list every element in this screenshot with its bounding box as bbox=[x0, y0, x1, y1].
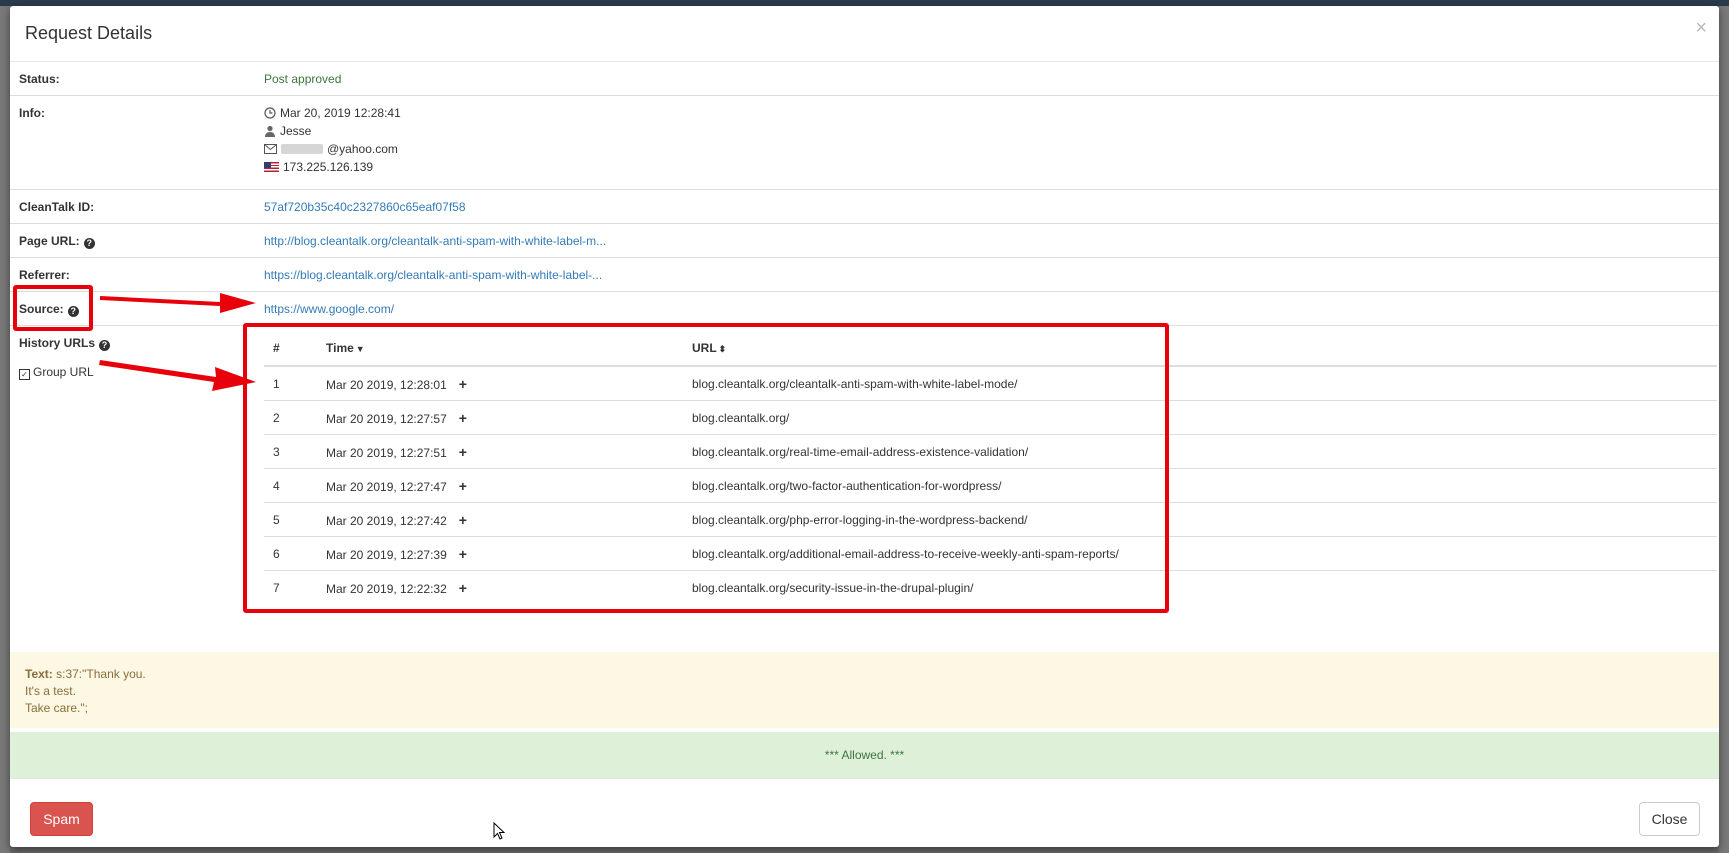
page-url-label: Page URL:? bbox=[19, 234, 95, 249]
info-email-suffix: @yahoo.com bbox=[327, 142, 398, 156]
group-url-toggle[interactable]: ✓ Group URL bbox=[19, 365, 94, 380]
question-circle-icon[interactable]: ? bbox=[99, 340, 111, 351]
envelope-icon bbox=[264, 144, 277, 154]
checkbox-icon[interactable]: ✓ bbox=[19, 369, 30, 380]
cleantalk-id-link[interactable]: 57af720b35c40c2327860c65eaf07f58 bbox=[264, 200, 466, 214]
info-row: Info: Mar 20, 2019 12:28:41 Jesse @yahoo… bbox=[10, 95, 1719, 190]
info-ip-line: 173.225.126.139 bbox=[264, 158, 401, 176]
text-line-2: It's a test. bbox=[25, 684, 76, 698]
status-row: Status: Post approved bbox=[10, 62, 1719, 95]
clock-icon bbox=[264, 107, 276, 119]
info-label: Info: bbox=[19, 106, 45, 120]
page-url-row: Page URL:? http://blog.cleantalk.org/cle… bbox=[10, 223, 1719, 258]
close-icon[interactable]: × bbox=[1695, 18, 1707, 38]
user-icon bbox=[265, 125, 275, 137]
arrow-to-source-icon bbox=[100, 293, 256, 313]
history-annotation-box bbox=[243, 323, 1169, 613]
info-datetime-line: Mar 20, 2019 12:28:41 bbox=[264, 104, 401, 122]
group-url-label: Group URL bbox=[33, 365, 94, 379]
us-flag-icon bbox=[264, 162, 279, 172]
source-annotation-box bbox=[13, 285, 93, 331]
info-email-line: @yahoo.com bbox=[264, 140, 401, 158]
source-link[interactable]: https://www.google.com/ bbox=[264, 302, 394, 316]
request-details-modal: Request Details × Status: Post approved … bbox=[10, 6, 1719, 847]
page-url-link[interactable]: http://blog.cleantalk.org/cleantalk-anti… bbox=[264, 234, 606, 248]
info-values: Mar 20, 2019 12:28:41 Jesse @yahoo.com 1… bbox=[264, 104, 401, 176]
source-row: Source:? https://www.google.com/ bbox=[10, 291, 1719, 326]
question-circle-icon[interactable]: ? bbox=[83, 238, 95, 249]
email-redacted bbox=[281, 144, 323, 154]
info-datetime: Mar 20, 2019 12:28:41 bbox=[280, 106, 401, 120]
status-label: Status: bbox=[19, 72, 60, 86]
mouse-cursor-icon bbox=[493, 822, 505, 840]
background-left-strip bbox=[0, 6, 10, 853]
modal-header: Request Details × bbox=[10, 6, 1719, 62]
result-banner: *** Allowed. *** bbox=[10, 732, 1719, 778]
text-label: Text: bbox=[25, 667, 53, 681]
modal-footer: Spam Close bbox=[10, 778, 1719, 847]
cleantalk-id-label: CleanTalk ID: bbox=[19, 200, 95, 214]
status-value: Post approved bbox=[264, 72, 342, 86]
modal-title: Request Details bbox=[25, 23, 153, 43]
spam-button[interactable]: Spam bbox=[30, 802, 93, 836]
info-name-line: Jesse bbox=[264, 122, 401, 140]
message-text-panel: Text: s:37:"Thank you. It's a test. Take… bbox=[10, 652, 1719, 728]
close-button[interactable]: Close bbox=[1639, 802, 1700, 836]
cleantalk-id-row: CleanTalk ID: 57af720b35c40c2327860c65ea… bbox=[10, 189, 1719, 224]
info-name: Jesse bbox=[280, 124, 312, 138]
referrer-row: Referrer: https://blog.cleantalk.org/cle… bbox=[10, 257, 1719, 292]
text-line-3: Take care."; bbox=[25, 701, 88, 715]
background-right-strip bbox=[1719, 6, 1729, 853]
text-line-1: s:37:"Thank you. bbox=[56, 667, 146, 681]
arrow-to-history-icon bbox=[99, 360, 256, 391]
referrer-link[interactable]: https://blog.cleantalk.org/cleantalk-ant… bbox=[264, 268, 602, 282]
referrer-label: Referrer: bbox=[19, 268, 70, 282]
info-ip: 173.225.126.139 bbox=[283, 160, 374, 174]
history-label: History URLs? bbox=[19, 336, 111, 351]
